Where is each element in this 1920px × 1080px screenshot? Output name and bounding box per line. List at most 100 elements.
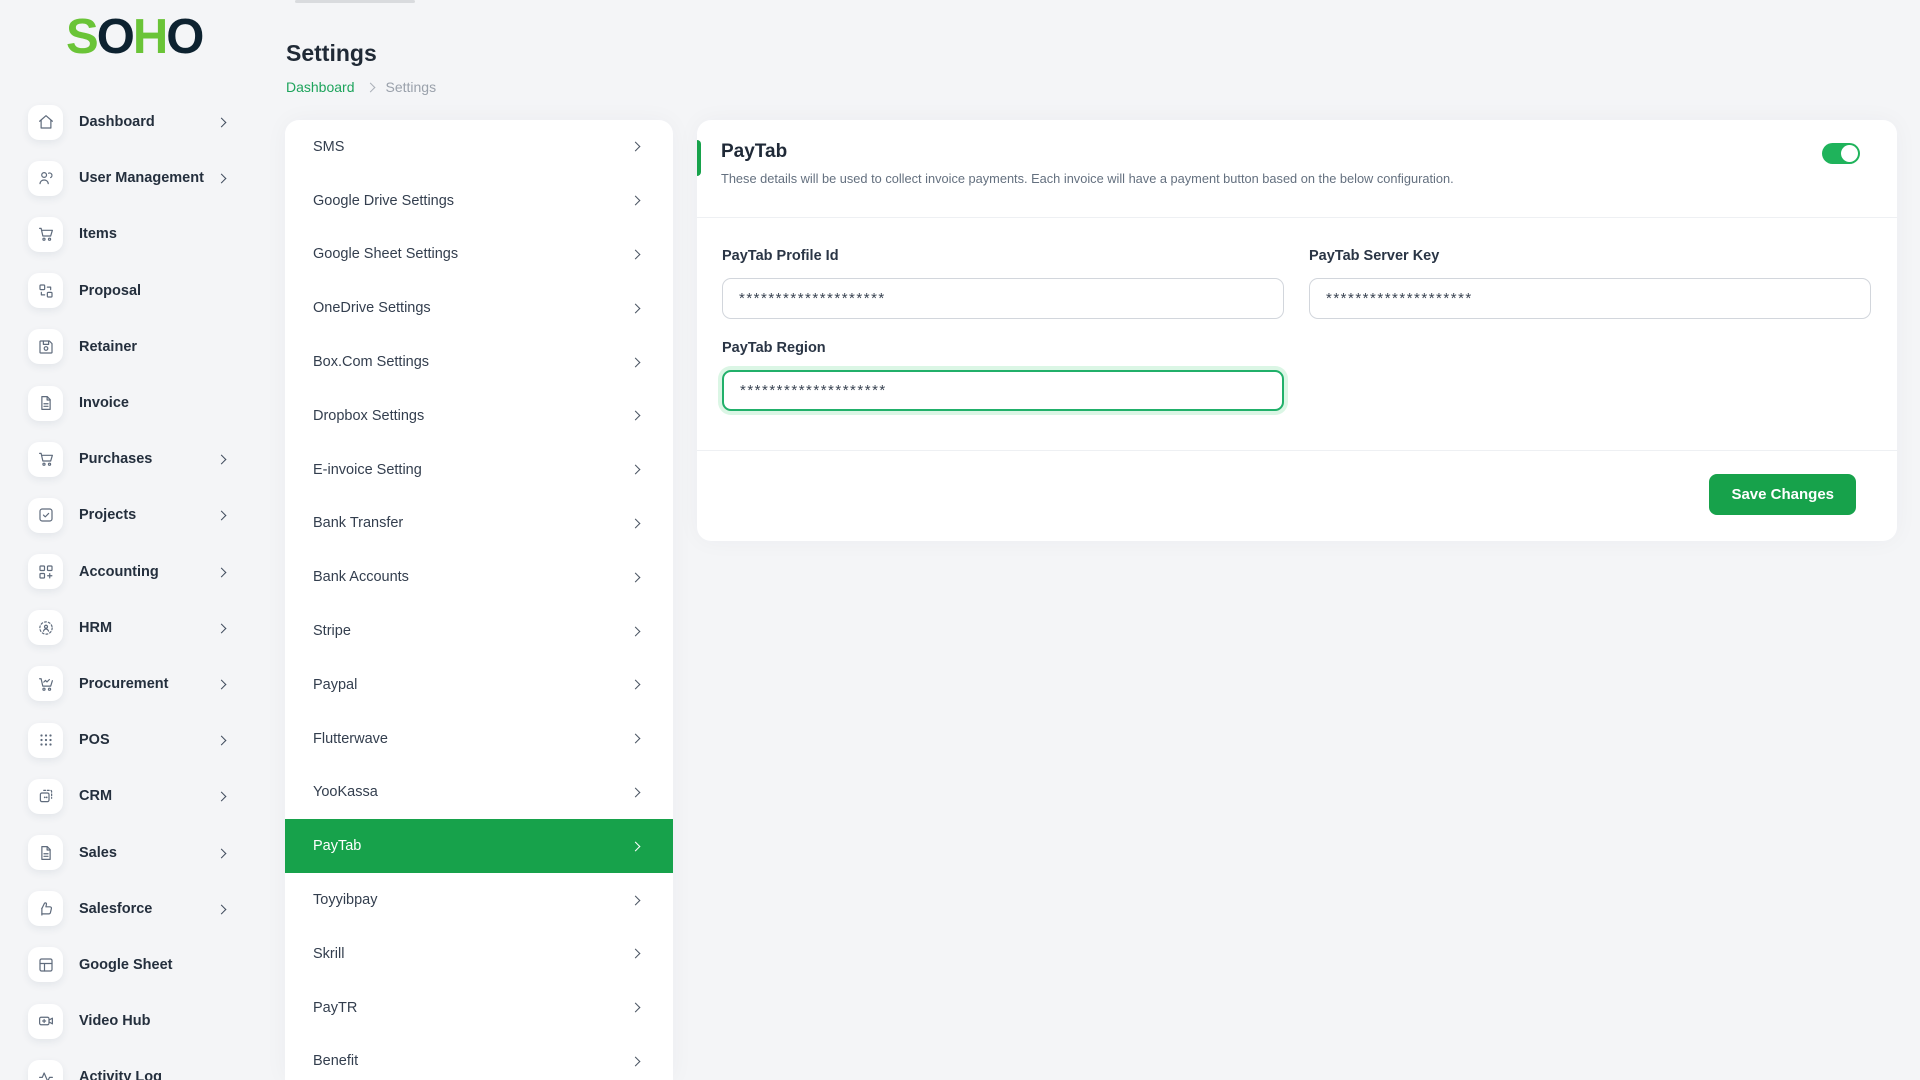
settings-menu-item-bank-accounts[interactable]: Bank Accounts <box>285 550 673 604</box>
sidebar-item-label: Invoice <box>79 395 129 411</box>
sidebar-item-label: Dashboard <box>79 114 155 130</box>
settings-menu-item-sms[interactable]: SMS <box>285 120 673 174</box>
paytab-region-input[interactable] <box>722 370 1284 411</box>
settings-item-label: Toyyibpay <box>313 892 377 908</box>
settings-menu-item-onedrive-settings[interactable]: OneDrive Settings <box>285 281 673 335</box>
sidebar-item-user-management[interactable]: User Management <box>0 150 285 206</box>
chevron-right-icon <box>631 196 641 206</box>
settings-menu-item-paypal[interactable]: Paypal <box>285 658 673 712</box>
settings-menu-item-google-sheet-settings[interactable]: Google Sheet Settings <box>285 228 673 282</box>
sidebar-item-crm[interactable]: CRM <box>0 768 285 824</box>
settings-menu-item-paytr[interactable]: PayTR <box>285 981 673 1035</box>
settings-item-label: Box.Com Settings <box>313 354 429 370</box>
sidebar-item-procurement[interactable]: Procurement <box>0 656 285 712</box>
paytab-profile-id-label: PayTab Profile Id <box>722 248 1284 264</box>
settings-item-label: OneDrive Settings <box>313 300 431 316</box>
scrollbar-artifact <box>295 0 415 3</box>
sidebar-item-projects[interactable]: Projects <box>0 487 285 543</box>
sidebar-item-label: Accounting <box>79 564 159 580</box>
paytab-server-key-label: PayTab Server Key <box>1309 248 1871 264</box>
settings-item-label: Bank Accounts <box>313 569 409 585</box>
settings-menu-item-paytab[interactable]: PayTab <box>285 819 673 873</box>
sidebar-item-activity-log[interactable]: Activity Log <box>0 1049 285 1080</box>
sidebar-item-label: POS <box>79 732 110 748</box>
sidebar-item-retainer[interactable]: Retainer <box>0 319 285 375</box>
sidebar-item-purchases[interactable]: Purchases <box>0 431 285 487</box>
settings-menu-item-flutterwave[interactable]: Flutterwave <box>285 712 673 766</box>
settings-menu-item-stripe[interactable]: Stripe <box>285 604 673 658</box>
sidebar-item-sales[interactable]: Sales <box>0 824 285 880</box>
sidebar-item-label: CRM <box>79 788 112 804</box>
sidebar-item-items[interactable]: Items <box>0 206 285 262</box>
chevron-right-icon <box>631 519 641 529</box>
paytab-region-label: PayTab Region <box>722 340 1284 356</box>
chevron-right-icon <box>631 1003 641 1013</box>
sidebar-item-pos[interactable]: POS <box>0 712 285 768</box>
sidebar-item-invoice[interactable]: Invoice <box>0 375 285 431</box>
table-icon <box>28 947 63 982</box>
settings-item-label: Benefit <box>313 1053 358 1069</box>
sidebar-item-hrm[interactable]: HRM <box>0 600 285 656</box>
chevron-right-icon <box>218 450 225 468</box>
settings-menu-item-skrill[interactable]: Skrill <box>285 927 673 981</box>
soho-logo: SOHO <box>66 8 202 66</box>
sidebar-item-video-hub[interactable]: Video Hub <box>0 993 285 1049</box>
check-square-icon <box>28 498 63 533</box>
sidebar: SOHO Dashboard User Management Items Pro… <box>0 0 285 1080</box>
logo-letter: S <box>66 10 97 64</box>
swap-boxes-icon <box>28 273 63 308</box>
settings-menu-item-toyyibpay[interactable]: Toyyibpay <box>285 873 673 927</box>
grid-plus-icon <box>28 554 63 589</box>
settings-item-label: Skrill <box>313 946 344 962</box>
settings-item-label: Flutterwave <box>313 731 388 747</box>
paytab-enabled-toggle[interactable] <box>1822 143 1860 164</box>
paytab-server-key-field: PayTab Server Key <box>1309 248 1871 319</box>
settings-menu-item-google-drive-settings[interactable]: Google Drive Settings <box>285 174 673 228</box>
settings-menu-item-benefit[interactable]: Benefit <box>285 1035 673 1080</box>
settings-menu-item-box-com-settings[interactable]: Box.Com Settings <box>285 335 673 389</box>
sidebar-item-salesforce[interactable]: Salesforce <box>0 881 285 937</box>
chevron-right-icon <box>631 411 641 421</box>
activity-icon <box>28 1060 63 1080</box>
chevron-right-icon <box>631 841 641 851</box>
chevron-right-icon <box>218 787 225 805</box>
settings-menu-item-e-invoice-setting[interactable]: E-invoice Setting <box>285 443 673 497</box>
sidebar-item-label: Projects <box>79 507 136 523</box>
file-icon <box>28 835 63 870</box>
paytab-server-key-input[interactable] <box>1309 278 1871 319</box>
settings-item-label: PayTR <box>313 1000 357 1016</box>
sidebar-item-label: User Management <box>79 170 204 186</box>
sidebar-menu: Dashboard User Management Items Proposal… <box>0 94 285 1080</box>
chevron-right-icon <box>218 844 225 862</box>
settings-menu-item-dropbox-settings[interactable]: Dropbox Settings <box>285 389 673 443</box>
chevron-right-icon <box>631 1056 641 1066</box>
person-scan-icon <box>28 610 63 645</box>
thumbs-up-icon <box>28 891 63 926</box>
home-icon <box>28 105 63 140</box>
cart-icon <box>28 217 63 252</box>
paytab-profile-id-input[interactable] <box>722 278 1284 319</box>
sidebar-item-dashboard[interactable]: Dashboard <box>0 94 285 150</box>
settings-item-label: Paypal <box>313 677 357 693</box>
cart-chart-icon <box>28 666 63 701</box>
logo-letter: O <box>166 10 202 64</box>
chevron-right-icon <box>631 572 641 582</box>
sidebar-item-accounting[interactable]: Accounting <box>0 544 285 600</box>
toggle-knob <box>1841 145 1858 162</box>
settings-menu-item-yookassa[interactable]: YooKassa <box>285 766 673 820</box>
chevron-right-icon <box>631 949 641 959</box>
sidebar-item-proposal[interactable]: Proposal <box>0 263 285 319</box>
cart-icon <box>28 442 63 477</box>
save-changes-button[interactable]: Save Changes <box>1709 474 1856 515</box>
settings-item-label: Dropbox Settings <box>313 408 424 424</box>
sidebar-item-label: Sales <box>79 845 117 861</box>
settings-item-label: Google Drive Settings <box>313 193 454 209</box>
users-icon <box>28 161 63 196</box>
breadcrumb-dashboard-link[interactable]: Dashboard <box>286 79 355 95</box>
file-icon <box>28 386 63 421</box>
settings-menu-item-bank-transfer[interactable]: Bank Transfer <box>285 497 673 551</box>
sidebar-item-label: Salesforce <box>79 901 152 917</box>
sidebar-item-google-sheet[interactable]: Google Sheet <box>0 937 285 993</box>
page-header: Settings Dashboard Settings <box>286 40 436 95</box>
settings-item-label: E-invoice Setting <box>313 462 422 478</box>
